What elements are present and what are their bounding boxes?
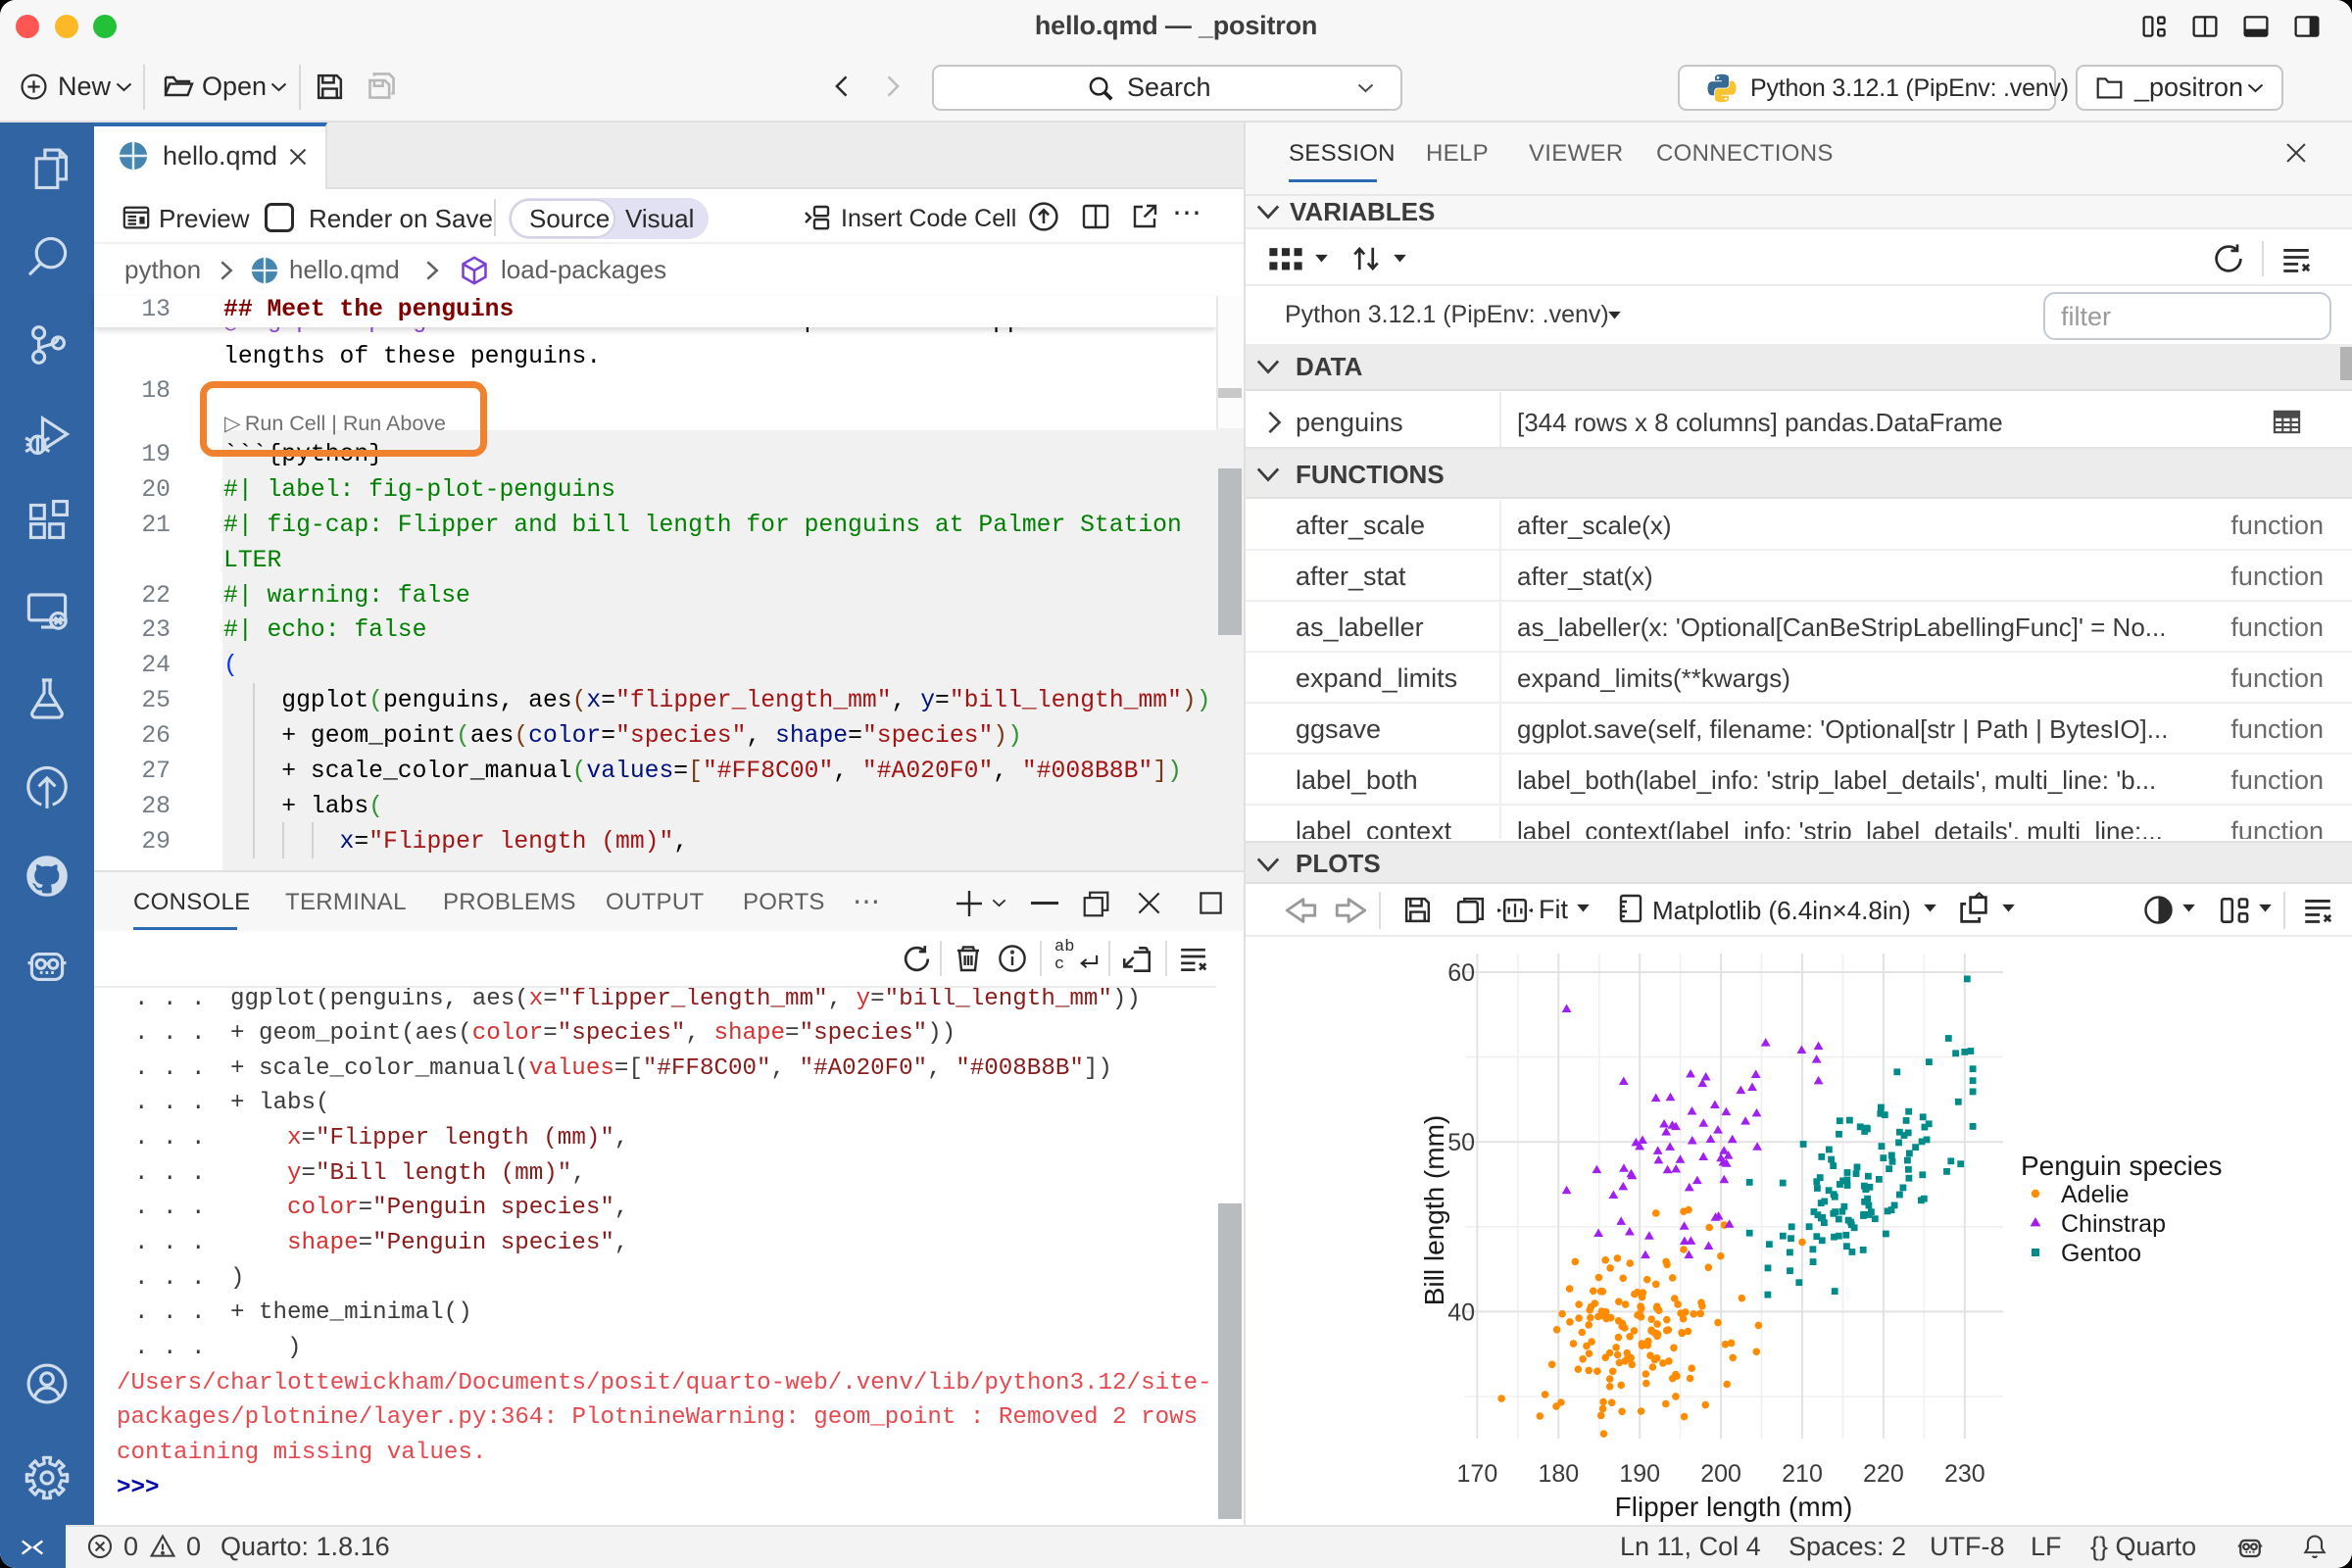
- svg-text:Gentoo: Gentoo: [2061, 1240, 2141, 1267]
- svg-text:60: 60: [1447, 959, 1475, 987]
- svg-text:200: 200: [1700, 1460, 1741, 1488]
- svg-text:Penguin species: Penguin species: [2021, 1151, 2222, 1181]
- svg-text:Flipper length (mm): Flipper length (mm): [1615, 1492, 1853, 1522]
- svg-text:Adelie: Adelie: [2061, 1181, 2130, 1208]
- svg-text:220: 220: [1863, 1460, 1904, 1488]
- svg-text:190: 190: [1619, 1460, 1660, 1488]
- svg-text:Bill length (mm): Bill length (mm): [1419, 1115, 1449, 1305]
- svg-text:210: 210: [1782, 1460, 1823, 1488]
- svg-text:230: 230: [1944, 1460, 1985, 1488]
- svg-text:40: 40: [1447, 1298, 1475, 1326]
- svg-text:Chinstrap: Chinstrap: [2061, 1210, 2166, 1238]
- svg-text:50: 50: [1447, 1129, 1475, 1156]
- svg-text:180: 180: [1538, 1460, 1579, 1488]
- svg-text:170: 170: [1457, 1460, 1498, 1488]
